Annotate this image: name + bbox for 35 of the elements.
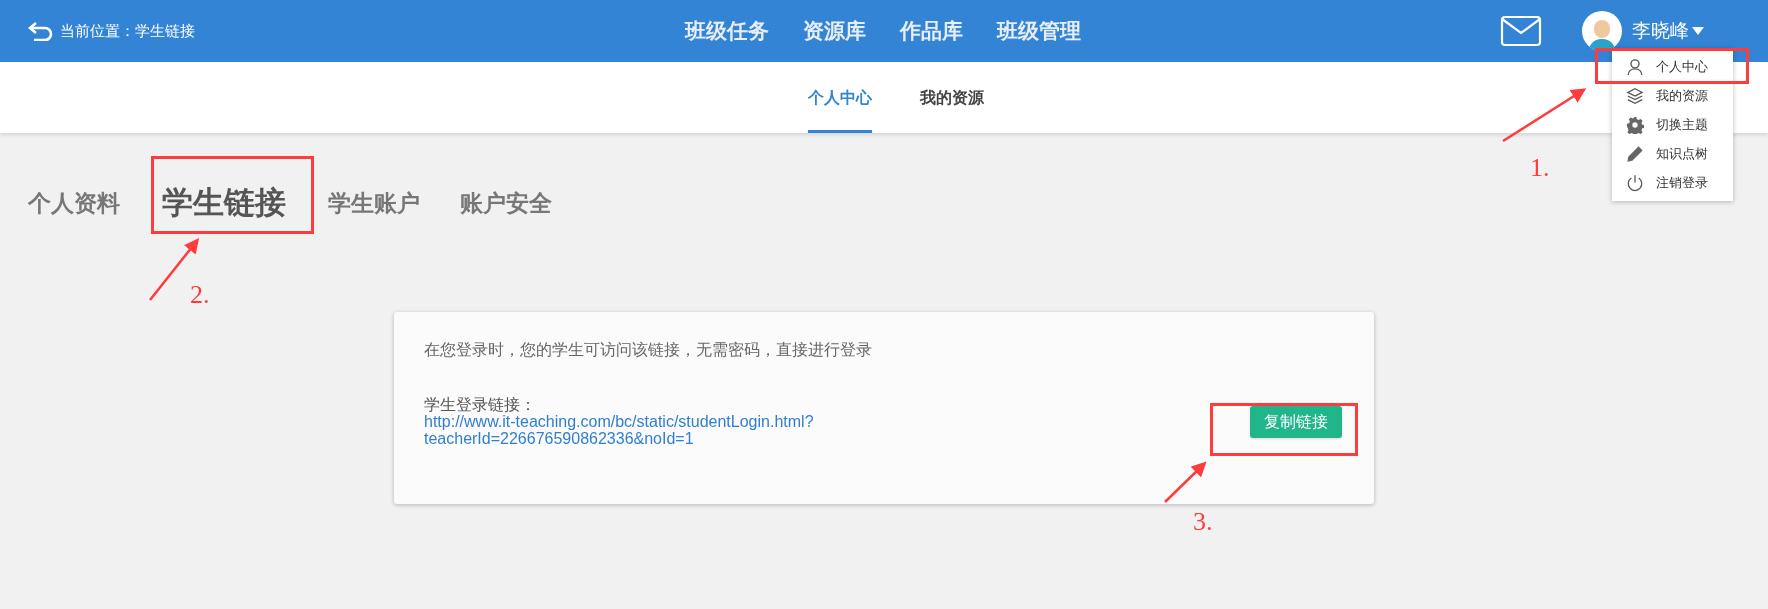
nav-link[interactable]: 作品库 — [900, 15, 963, 47]
pencil-icon — [1626, 144, 1644, 163]
login-link[interactable]: teacherId=226676590862336&noId=1 — [424, 430, 814, 447]
menu-item[interactable]: 切换主题 — [1612, 110, 1733, 139]
layers-icon — [1626, 86, 1644, 105]
mail-icon[interactable] — [1500, 15, 1542, 47]
nav-link[interactable]: 班级管理 — [997, 15, 1081, 47]
tab[interactable]: 学生链接 — [160, 179, 288, 227]
person-icon — [1626, 57, 1644, 76]
tab[interactable]: 个人资料 — [28, 185, 120, 221]
tab[interactable]: 学生账户 — [328, 185, 420, 221]
avatar[interactable] — [1582, 11, 1622, 51]
nav-link[interactable]: 班级任务 — [685, 15, 769, 47]
arrow — [1164, 461, 1207, 503]
breadcrumb: 当前位置：学生链接 — [60, 20, 195, 41]
back-arrow-icon[interactable] — [28, 21, 54, 41]
nav-link[interactable]: 资源库 — [803, 15, 866, 47]
tab[interactable]: 个人中心 — [807, 62, 872, 133]
menu-item[interactable]: 注销登录 — [1612, 168, 1733, 197]
gear-icon — [1626, 115, 1644, 134]
login-link[interactable]: http://www.it-teaching.com/bc/static/studentLogin.html? — [424, 413, 814, 430]
power-icon — [1626, 173, 1644, 192]
user-name[interactable]: 李晓峰 — [1632, 16, 1689, 46]
step-number: 3. — [1193, 506, 1213, 538]
copy-link-button[interactable]: 复制链接 — [1250, 405, 1342, 438]
caret-icon[interactable] — [1692, 27, 1704, 35]
menu-item[interactable]: 个人中心 — [1612, 52, 1733, 81]
tab[interactable]: 账户安全 — [460, 185, 552, 221]
step-number: 2. — [190, 279, 210, 311]
tab[interactable]: 我的资源 — [919, 62, 984, 133]
link-label: 学生登录链接： — [424, 396, 537, 413]
step-number: 1. — [1530, 152, 1550, 184]
menu-item[interactable]: 我的资源 — [1612, 81, 1733, 110]
description: 在您登录时，您的学生可访问该链接，无需密码，直接进行登录 — [424, 340, 873, 360]
menu-item[interactable]: 知识点树 — [1612, 139, 1733, 168]
